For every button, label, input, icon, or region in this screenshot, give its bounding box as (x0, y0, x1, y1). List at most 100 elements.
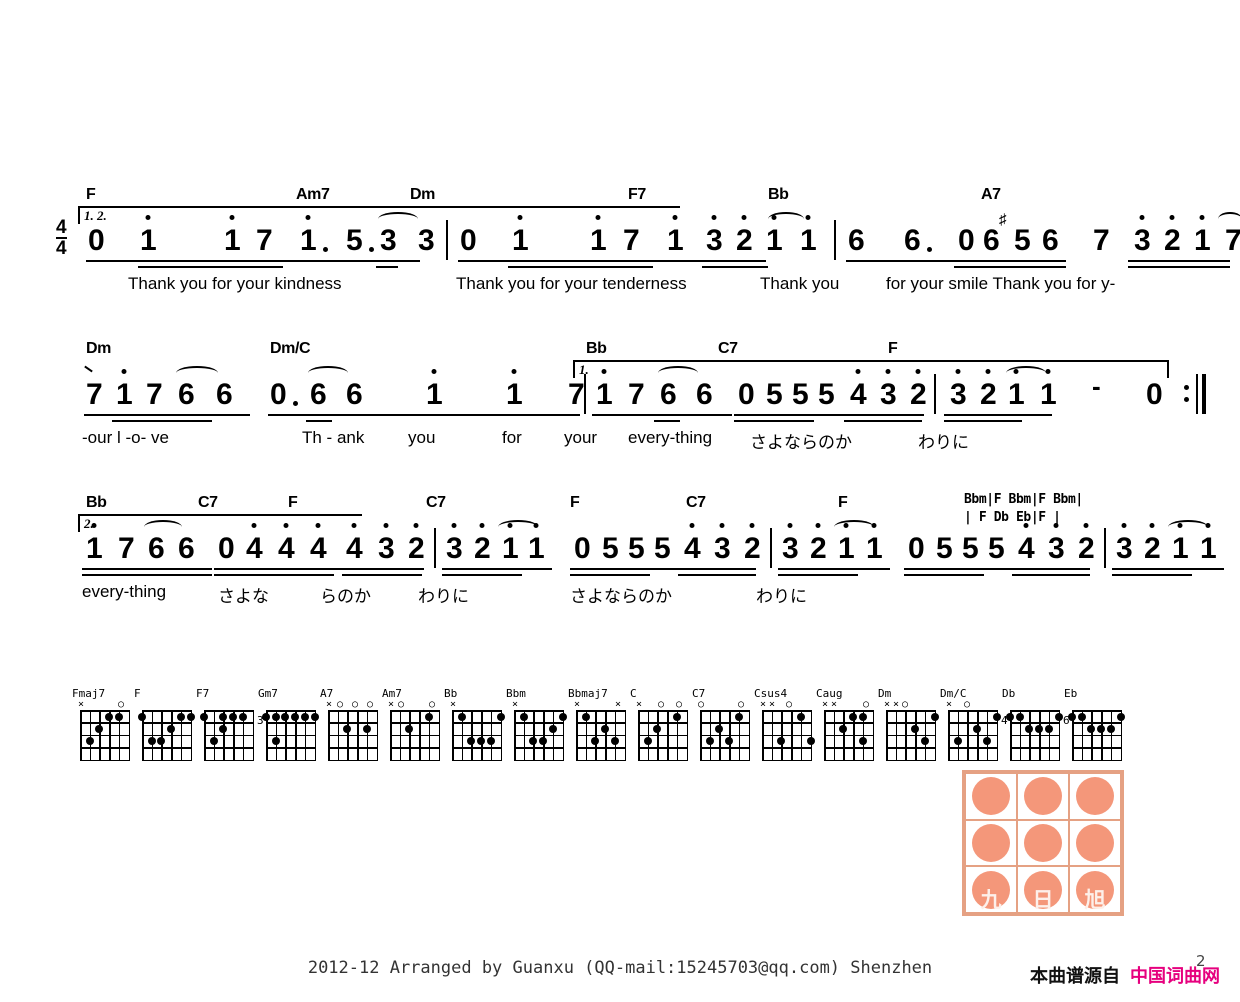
octave-dot-high-icon (511, 369, 517, 374)
logo-cell: 旭 (1069, 866, 1121, 913)
note-number: 2 (1144, 523, 1161, 564)
fingering-dot-icon (271, 712, 280, 721)
note-number: 5 (818, 380, 835, 410)
fingering-dot-icon (176, 712, 185, 721)
chord-symbol: Am7 (296, 186, 330, 203)
open-string-icon: ○ (863, 699, 870, 710)
source-attribution: 本曲谱源自 中国词曲网 (1030, 962, 1220, 988)
logo-circle (1024, 777, 1062, 816)
note-number: 3 (418, 226, 435, 256)
music-system-1: F Am7 Dm F7 Bb A7 1. 2. 4 4 011715330117132116… (56, 186, 1240, 300)
chord-diagram-grid (886, 710, 939, 762)
fretboard-fret-line (1010, 759, 1060, 762)
note-value: 5 (988, 532, 1005, 565)
note-number: 1 (512, 215, 529, 256)
grace-stroke-icon (84, 365, 93, 373)
fretboard-fret-line (266, 722, 316, 724)
note-value: 1 (140, 224, 157, 257)
tie-slur (378, 212, 418, 226)
note-value: 1 (300, 224, 317, 257)
lyric-text: わりに (418, 587, 469, 607)
note-number: 3 (950, 369, 967, 410)
fingering-dot-icon (858, 712, 867, 721)
barline (834, 220, 836, 260)
lyric-text: for (502, 428, 522, 447)
repeat-dot-icon (1184, 385, 1189, 390)
chord-diagram: Caug × × ○ (816, 688, 878, 762)
note-value: 6 (848, 224, 865, 257)
note-number: 4 (850, 369, 867, 410)
fingering-dot-icon (105, 712, 114, 721)
chord-symbol: Bb (86, 494, 107, 511)
fingering-dot-icon (219, 712, 228, 721)
note-beam (508, 265, 653, 268)
fingering-dot-icon (953, 737, 962, 746)
fretboard-fret-line (328, 759, 378, 762)
octave-dot-high-icon (955, 369, 961, 374)
fingering-dot-icon (1106, 724, 1115, 733)
fretboard-fret-line (948, 734, 998, 737)
note-value: 5 (962, 532, 979, 565)
final-barline (1196, 374, 1198, 414)
fretboard-fret-line (142, 759, 192, 762)
note-number: 1 (866, 523, 883, 565)
chord-diagram-grid (514, 710, 567, 762)
note-value: 5 (346, 224, 363, 257)
note-value: 0 (908, 532, 925, 565)
fretboard-fret-line (452, 759, 502, 762)
note-value: 6 (178, 378, 195, 411)
note-value: 6 (983, 224, 1000, 257)
fretboard-fret-line (514, 747, 564, 749)
octave-dot-high-icon (689, 523, 695, 528)
note-number: 5 (602, 534, 619, 564)
logo-circle (1024, 823, 1062, 862)
note-value: 6 (178, 532, 195, 565)
fingering-dot-icon (85, 737, 94, 746)
logo-circle (1076, 823, 1114, 862)
tie-slur (1168, 520, 1208, 534)
chord-diagram-grid (824, 710, 874, 762)
source-site-link[interactable]: 中国词曲网 (1130, 966, 1220, 987)
note-beam (214, 573, 334, 576)
fretboard-fret-line (762, 722, 812, 724)
chord-diagram: Bbm × (506, 688, 568, 762)
note-value: 1 (866, 532, 883, 565)
fingering-dot-icon (1035, 724, 1044, 733)
octave-dot-high-icon (517, 215, 523, 220)
chord-diagram: Csus4 × × ○ (754, 688, 816, 762)
fingering-dot-icon (725, 737, 734, 746)
note-beam (570, 567, 756, 570)
note-number: 5 (628, 534, 645, 564)
chord-symbol: C7 (718, 340, 738, 357)
note-number: 6 (660, 380, 677, 410)
lyric-text: Th - ank (302, 428, 365, 447)
chord-diagram: Bbmaj7 × × (568, 688, 630, 762)
chord-diagram-string-markers (1064, 700, 1126, 710)
fretboard-fret-line (80, 759, 130, 762)
logo-cell (1017, 819, 1069, 867)
chord-diagram-string-markers (258, 700, 320, 710)
note-number: 1 (140, 215, 157, 257)
logo-glyph: 九 (980, 888, 1002, 912)
chord-diagram: Fmaj7 × ○ (72, 688, 134, 762)
note-beam (678, 573, 756, 576)
chord-symbol: F (838, 494, 848, 511)
final-barline (1202, 374, 1206, 414)
note-number: 6 (848, 226, 865, 256)
tie-slur (658, 366, 698, 380)
fret-position-number: 3 (257, 714, 264, 727)
note-value: 2 (474, 532, 491, 565)
fingering-dot-icon (291, 712, 300, 721)
fretboard-fret-line (80, 747, 130, 749)
fretboard-fret-line (824, 759, 874, 762)
fingering-dot-icon (591, 737, 600, 746)
chord-symbol: C7 (686, 494, 706, 511)
chord-diagram-string-markers: × ○ ○ ○ (320, 700, 382, 710)
note-value: 3 (706, 224, 723, 257)
chord-symbol: F (888, 340, 898, 357)
note-value: 4 (246, 532, 263, 565)
fingering-dot-icon (672, 712, 681, 721)
chord-symbol: Dm (410, 186, 435, 203)
logo-glyph: 日 (1032, 888, 1054, 912)
fingering-dot-icon (362, 724, 371, 733)
